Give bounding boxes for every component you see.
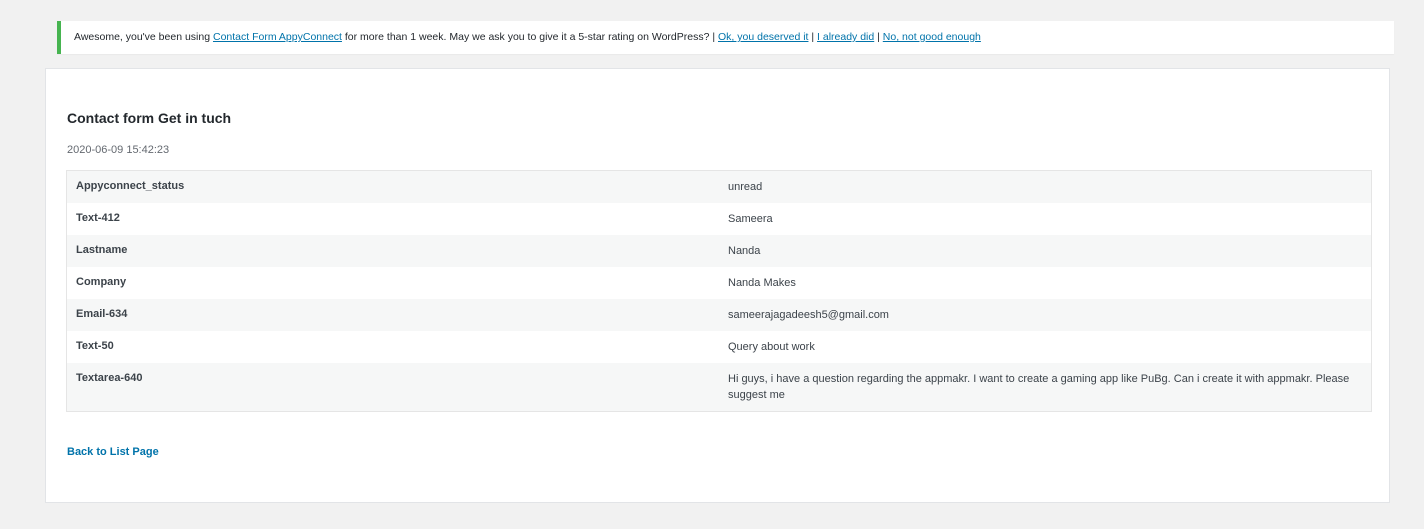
field-value: unread <box>728 181 763 193</box>
field-label: Lastname <box>76 244 128 256</box>
field-label: Company <box>76 276 127 288</box>
entry-date: 2020-06-09 15:42:23 <box>67 144 170 156</box>
field-label: Appyconnect_status <box>76 180 185 192</box>
notice-separator: | <box>808 31 818 43</box>
entry-fields-table: Appyconnect_status unread Text-412 Samee… <box>66 170 1372 412</box>
page-title: Contact form Get in tuch <box>67 110 232 126</box>
table-row: Email-634 sameerajagadeesh5@gmail.com <box>67 299 1371 331</box>
table-row: Text-50 Query about work <box>67 331 1371 363</box>
field-label: Email-634 <box>76 308 128 320</box>
rate-ok-link[interactable]: Ok, you deserved it <box>718 31 808 43</box>
rating-notice: Awesome, you've been using Contact Form … <box>57 21 1394 54</box>
back-to-list-link[interactable]: Back to List Page <box>67 446 159 458</box>
table-row: Textarea-640 Hi guys, i have a question … <box>67 363 1371 411</box>
field-label: Textarea-640 <box>76 372 143 384</box>
table-row: Lastname Nanda <box>67 235 1371 267</box>
field-label: Text-50 <box>76 340 114 352</box>
not-good-enough-link[interactable]: No, not good enough <box>883 31 981 43</box>
table-row: Text-412 Sameera <box>67 203 1371 235</box>
field-value: Nanda Makes <box>728 277 796 289</box>
notice-text-middle: for more than 1 week. May we ask you to … <box>341 31 718 43</box>
field-label: Text-412 <box>76 212 120 224</box>
table-row: Appyconnect_status unread <box>67 171 1371 203</box>
notice-text-before: Awesome, you've been using <box>74 31 213 43</box>
field-value: Sameera <box>728 213 773 225</box>
field-value: Hi guys, i have a question regarding the… <box>728 373 1350 401</box>
notice-separator: | <box>874 31 883 43</box>
field-value: Nanda <box>728 245 761 257</box>
field-value: sameerajagadeesh5@gmail.com <box>728 309 889 321</box>
field-value: Query about work <box>728 341 815 353</box>
entry-detail-panel: Contact form Get in tuch 2020-06-09 15:4… <box>45 68 1390 503</box>
plugin-link[interactable]: Contact Form AppyConnect <box>213 31 342 43</box>
already-rated-link[interactable]: I already did <box>817 31 874 43</box>
table-row: Company Nanda Makes <box>67 267 1371 299</box>
